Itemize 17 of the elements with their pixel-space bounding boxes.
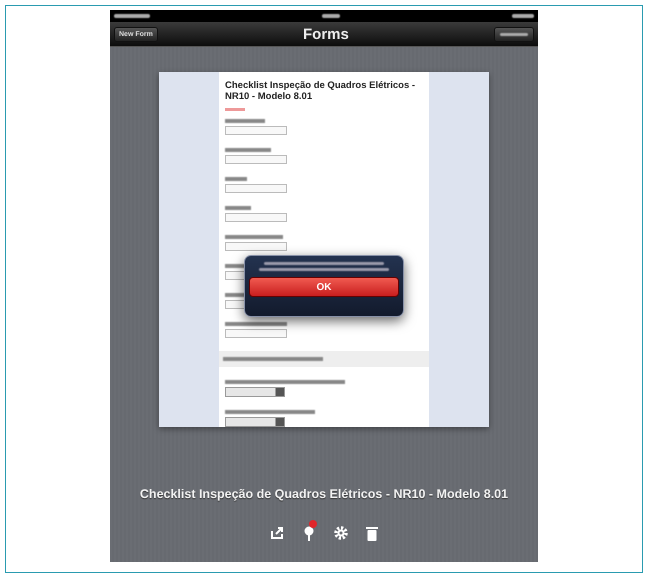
select-field[interactable] [225, 386, 285, 397]
text-field[interactable] [225, 154, 287, 164]
text-field[interactable] [225, 328, 287, 338]
share-icon[interactable] [270, 526, 284, 540]
select-field[interactable] [225, 416, 285, 427]
text-field[interactable] [225, 212, 287, 222]
ok-button[interactable]: OK [249, 277, 399, 297]
nav-right-button[interactable] [494, 26, 534, 42]
pin-icon[interactable] [302, 525, 316, 541]
text-field[interactable] [225, 184, 287, 193]
settings-icon[interactable] [334, 526, 348, 540]
trash-icon[interactable] [366, 526, 378, 540]
form-caption: Checklist Inspeção de Quadros Elétricos - NR10 - Modelo 8.01 [140, 487, 508, 501]
nav-title: Forms [303, 26, 349, 42]
text-field[interactable] [225, 242, 287, 251]
form-title: Checklist Inspeção de Quadros Elétricos - NR10 - Modelo 8.01 [225, 80, 416, 103]
text-field[interactable] [225, 126, 287, 135]
